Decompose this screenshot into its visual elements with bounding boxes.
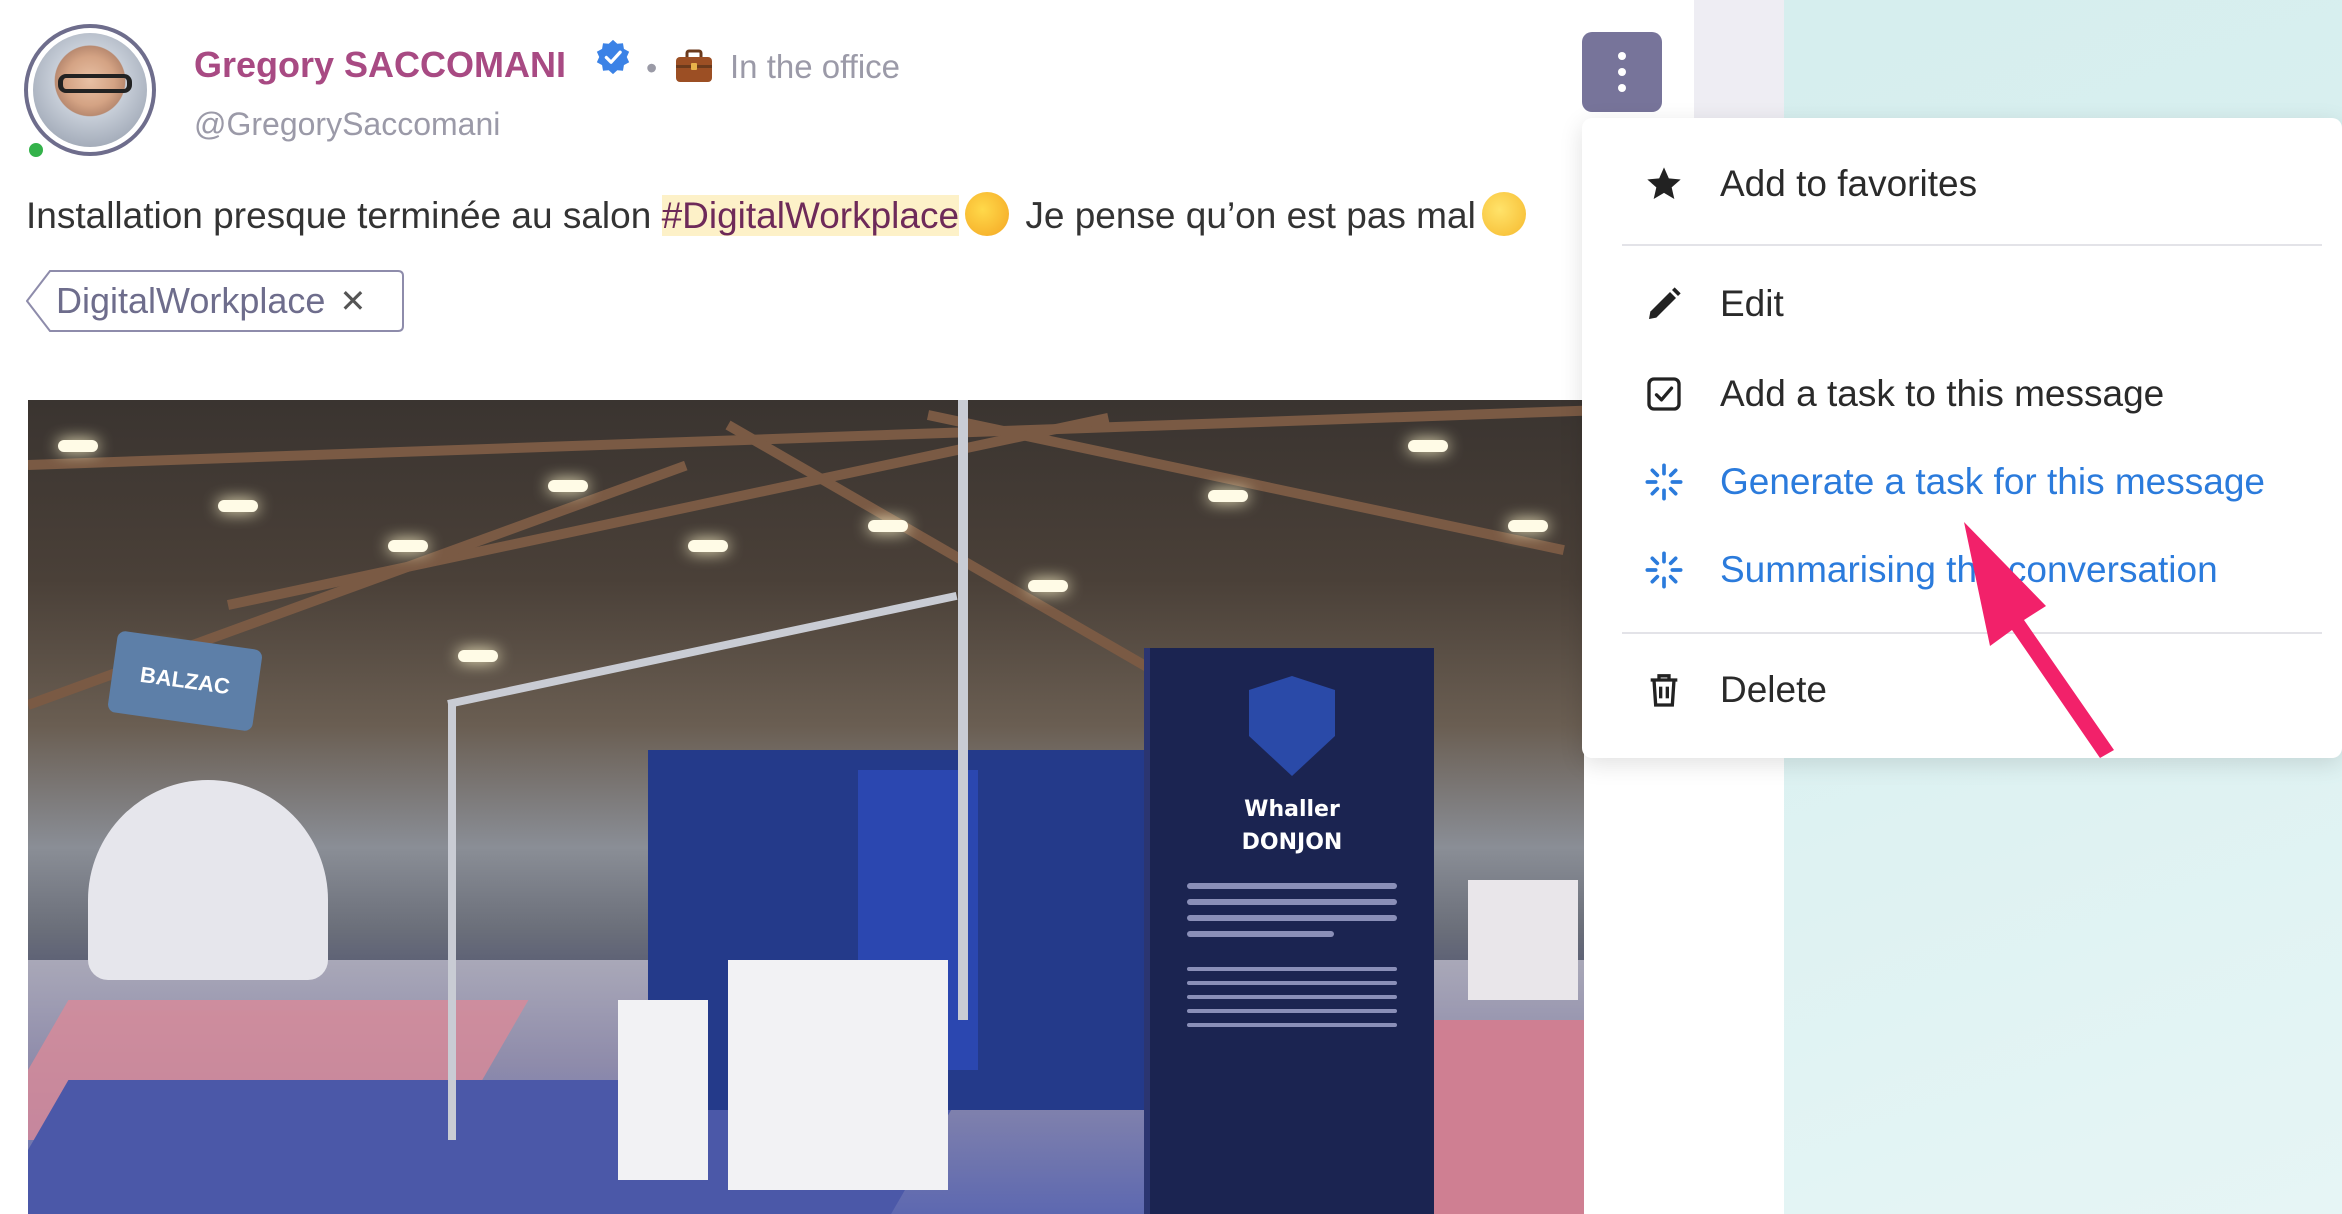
- author-name[interactable]: Gregory SACCOMANI: [194, 44, 566, 86]
- menu-item-edit[interactable]: Edit: [1642, 282, 1784, 326]
- menu-item-label: Generate a task for this message: [1720, 461, 2265, 502]
- ceiling-light: [458, 650, 498, 662]
- avatar[interactable]: [24, 24, 156, 156]
- menu-item-generate-task[interactable]: Generate a task for this message: [1642, 460, 2265, 504]
- whaller-banner: Whaller DONJON: [1144, 648, 1434, 1214]
- booth-frame: [958, 400, 968, 1020]
- message-text: Installation presque terminée au salon #…: [26, 192, 1532, 237]
- banner-brand: Whaller: [1244, 797, 1340, 822]
- ceiling-light: [1028, 580, 1068, 592]
- checkbox-icon: [1642, 372, 1686, 416]
- ceiling-beam: [28, 405, 1584, 470]
- booth-counter: [1468, 880, 1578, 1000]
- message-text-end: Je pense qu’on est pas mal: [1015, 195, 1476, 236]
- menu-item-label: Add a task to this message: [1720, 373, 2165, 414]
- inflatable-dome: [88, 780, 328, 980]
- background-strip: [1694, 0, 1784, 118]
- ceiling-beam: [926, 410, 1565, 556]
- ceiling-light: [548, 480, 588, 492]
- menu-divider: [1622, 244, 2322, 246]
- status-separator: •: [646, 50, 658, 86]
- status-text: In the office: [730, 48, 901, 85]
- booth-frame: [447, 591, 958, 708]
- message-card: Gregory SACCOMANI • In the office @Grego…: [0, 0, 1694, 1214]
- menu-item-add-to-favorites[interactable]: Add to favorites: [1642, 162, 1977, 206]
- ceiling-light: [1408, 440, 1448, 452]
- annotation-arrow-icon: [1964, 522, 2114, 758]
- shield-logo-icon: [1249, 676, 1335, 776]
- more-options-button[interactable]: [1582, 32, 1662, 112]
- trash-icon: [1642, 668, 1686, 712]
- hashtag-link[interactable]: #DigitalWorkplace: [661, 195, 960, 236]
- party-face-emoji-icon: [965, 192, 1010, 236]
- ceiling-light: [1508, 520, 1548, 532]
- banner-text-lines: [1187, 883, 1397, 938]
- menu-item-label: Delete: [1720, 669, 1827, 710]
- kebab-dot: [1618, 68, 1626, 76]
- ceiling-light: [868, 520, 908, 532]
- balzac-sign: BALZAC: [107, 630, 263, 732]
- star-icon: [1642, 162, 1686, 206]
- hashtag-chip-label: DigitalWorkplace: [56, 280, 326, 321]
- menu-item-delete[interactable]: Delete: [1642, 668, 1827, 712]
- ceiling-light: [1208, 490, 1248, 502]
- sparkle-icon: [1642, 460, 1686, 504]
- message-text-start: Installation presque terminée au salon: [26, 195, 662, 236]
- carpet: [1424, 1020, 1584, 1214]
- pencil-icon: [1642, 282, 1686, 326]
- avatar-photo: [33, 33, 147, 147]
- hashtag-chip[interactable]: DigitalWorkplace ✕: [56, 276, 366, 326]
- author-handle[interactable]: @GregorySaccomani: [194, 106, 500, 143]
- banner-text-lines: [1187, 967, 1397, 1028]
- menu-item-label: Add to favorites: [1720, 163, 1978, 204]
- presence-indicator: [26, 140, 46, 160]
- post-image[interactable]: BALZAC Whaller DONJON: [28, 400, 1584, 1214]
- booth-desk: [728, 960, 948, 1190]
- menu-item-add-task[interactable]: Add a task to this message: [1642, 372, 2164, 416]
- kebab-dot: [1618, 52, 1626, 60]
- ceiling-light: [688, 540, 728, 552]
- menu-item-label: Edit: [1720, 283, 1784, 324]
- booth-kiosk: [618, 1000, 708, 1180]
- ceiling-light: [218, 500, 258, 512]
- smiling-face-emoji-icon: [1481, 192, 1526, 236]
- ceiling-light: [58, 440, 98, 452]
- menu-item-summarise[interactable]: Summarising the conversation: [1642, 548, 2218, 592]
- ceiling-light: [388, 540, 428, 552]
- booth-frame: [448, 700, 456, 1140]
- verified-badge-icon: [596, 39, 630, 75]
- close-icon[interactable]: ✕: [339, 282, 366, 320]
- banner-product: DONJON: [1241, 829, 1343, 855]
- briefcase-icon: [676, 49, 712, 82]
- kebab-dot: [1618, 84, 1626, 92]
- sparkle-icon: [1642, 548, 1686, 592]
